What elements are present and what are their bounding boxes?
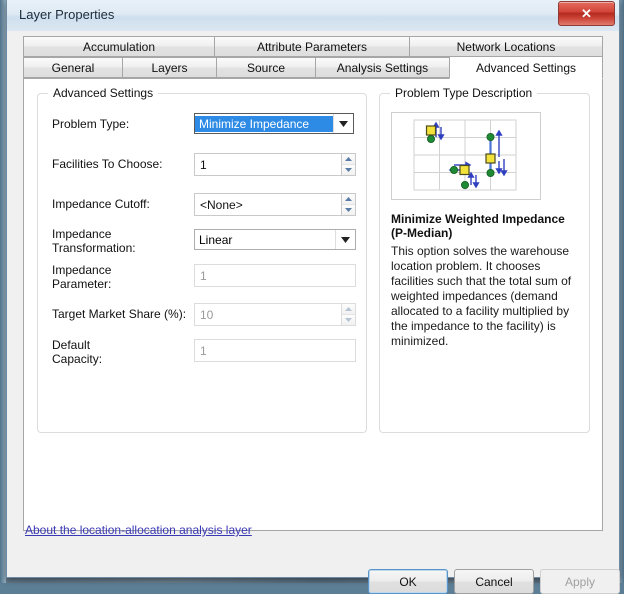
- close-icon[interactable]: ✕: [558, 1, 615, 26]
- stepper-down-icon[interactable]: [342, 165, 355, 175]
- problem-type-description-group: Problem Type Description Minimize Weight…: [379, 86, 590, 433]
- default-capacity-label-line2: Capacity:: [52, 352, 103, 366]
- tab-label: Accumulation: [82, 39, 156, 54]
- impedance-parameter-label-line1: Impedance: [52, 263, 112, 277]
- about-location-allocation-link[interactable]: About the location-allocation analysis l…: [25, 523, 252, 537]
- tab-label: Advanced Settings: [475, 60, 577, 75]
- problem-type-description-group-title: Problem Type Description: [390, 86, 538, 100]
- target-market-share-label: Target Market Share (%):: [52, 307, 187, 321]
- impedance-parameter-label-line2: Parameter:: [52, 277, 112, 291]
- target-market-share-stepper[interactable]: [342, 303, 356, 326]
- default-capacity-input[interactable]: 1: [194, 339, 356, 362]
- problem-type-diagram: [391, 112, 541, 200]
- tab-network-locations[interactable]: Network Locations: [409, 36, 603, 57]
- description-heading: Minimize Weighted Impedance (P-Median): [391, 212, 583, 240]
- ok-button[interactable]: OK: [368, 569, 448, 594]
- facilities-to-choose-input[interactable]: 1: [194, 153, 342, 176]
- impedance-cutoff-label: Impedance Cutoff:: [52, 197, 150, 211]
- tab-control: Accumulation Attribute Parameters Networ…: [23, 36, 603, 531]
- problem-type-combobox[interactable]: Minimize Impedance: [194, 113, 354, 134]
- stepper-up-icon[interactable]: [342, 304, 355, 315]
- stepper-down-icon[interactable]: [342, 205, 355, 215]
- impedance-cutoff-stepper[interactable]: [342, 193, 356, 216]
- impedance-transformation-value: Linear: [199, 232, 233, 247]
- impedance-transformation-combobox[interactable]: Linear: [194, 229, 356, 250]
- tab-label: Analysis Settings: [336, 60, 429, 75]
- facilities-to-choose-stepper[interactable]: [342, 153, 356, 176]
- default-capacity-label-line1: Default: [52, 338, 91, 352]
- description-heading-line2: (P-Median): [391, 226, 453, 240]
- title-bar[interactable]: Layer Properties ✕: [7, 0, 619, 32]
- apply-button: Apply: [540, 569, 620, 594]
- tab-page-advanced-settings: Advanced Settings Problem Type: Minimize…: [23, 78, 603, 531]
- stepper-down-icon[interactable]: [342, 315, 355, 325]
- chevron-down-icon[interactable]: [335, 230, 355, 249]
- impedance-cutoff-input[interactable]: <None>: [194, 193, 342, 216]
- dialog-client-area: Accumulation Attribute Parameters Networ…: [7, 31, 620, 594]
- window-title: Layer Properties: [19, 7, 115, 22]
- impedance-parameter-input[interactable]: 1: [194, 264, 356, 287]
- stepper-up-icon[interactable]: [342, 154, 355, 165]
- chevron-down-icon[interactable]: [333, 114, 353, 133]
- tab-label: Source: [246, 60, 286, 75]
- tab-row-top: Accumulation Attribute Parameters Networ…: [23, 36, 603, 57]
- tab-row-bottom: General Layers Source Analysis Settings …: [23, 56, 603, 79]
- impedance-transformation-label-line2: Transformation:: [52, 241, 136, 255]
- tab-advanced-settings[interactable]: Advanced Settings: [449, 56, 603, 79]
- impedance-transformation-label-line1: Impedance: [52, 227, 112, 241]
- description-body: This option solves the warehouse locatio…: [391, 244, 572, 348]
- tab-label: Network Locations: [456, 39, 556, 54]
- problem-type-label: Problem Type:: [52, 117, 130, 131]
- tab-layers[interactable]: Layers: [122, 57, 217, 78]
- problem-type-value: Minimize Impedance: [195, 115, 333, 132]
- tab-analysis-settings[interactable]: Analysis Settings: [315, 57, 450, 78]
- tab-label: General: [51, 60, 95, 75]
- stepper-up-icon[interactable]: [342, 194, 355, 205]
- target-market-share-input[interactable]: 10: [194, 303, 342, 326]
- tab-label: Layers: [151, 60, 188, 75]
- tab-label: Attribute Parameters: [256, 39, 368, 54]
- tab-accumulation[interactable]: Accumulation: [23, 36, 215, 57]
- advanced-settings-group: Advanced Settings Problem Type: Minimize…: [37, 86, 367, 433]
- advanced-settings-group-title: Advanced Settings: [48, 86, 159, 100]
- cancel-button[interactable]: Cancel: [454, 569, 534, 594]
- tab-attribute-parameters[interactable]: Attribute Parameters: [214, 36, 410, 57]
- tab-general[interactable]: General: [23, 57, 123, 78]
- tab-source[interactable]: Source: [216, 57, 316, 78]
- facilities-to-choose-label: Facilities To Choose:: [52, 157, 163, 171]
- description-heading-line1: Minimize Weighted Impedance: [391, 212, 565, 226]
- layer-properties-dialog: Layer Properties ✕ Accumulation Attribut…: [6, 0, 620, 594]
